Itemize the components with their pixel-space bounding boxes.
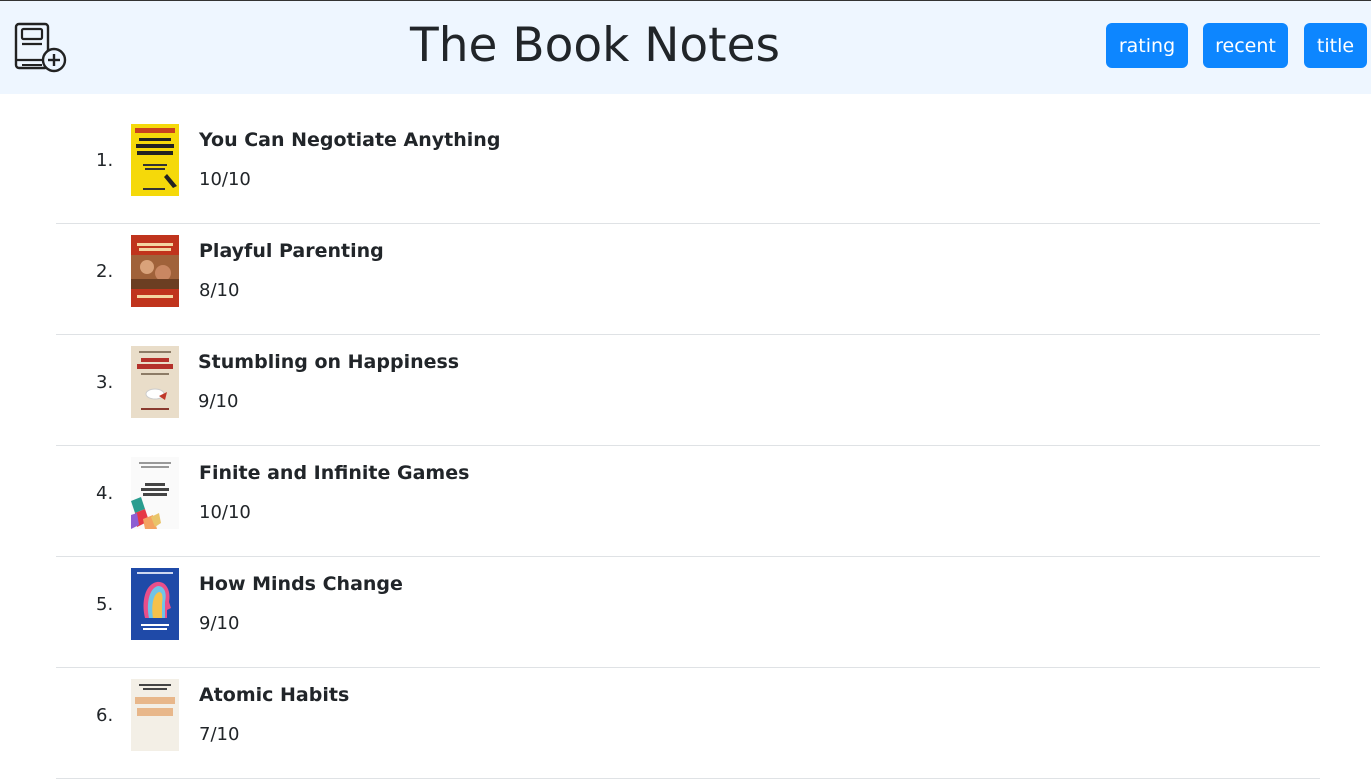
book-rating: 9/10 — [199, 613, 240, 634]
book-title[interactable]: Stumbling on Happiness — [198, 351, 459, 373]
add-book-button[interactable] — [14, 22, 68, 74]
book-list-item[interactable]: 6. Atomic Habits 7/10 — [56, 668, 1320, 779]
add-book-icon — [14, 22, 67, 73]
book-cover-image[interactable] — [131, 568, 179, 640]
header-bar: The Book Notes rating recent title — [0, 0, 1371, 94]
book-title[interactable]: Playful Parenting — [199, 240, 384, 262]
book-number: 5. — [96, 594, 114, 615]
book-title[interactable]: Atomic Habits — [199, 684, 349, 706]
book-title[interactable]: How Minds Change — [199, 573, 403, 595]
page-title: The Book Notes — [410, 18, 781, 73]
sort-by-rating-button[interactable]: rating — [1106, 23, 1188, 68]
sort-by-recent-button[interactable]: recent — [1203, 23, 1288, 68]
book-title[interactable]: Finite and Infinite Games — [199, 462, 469, 484]
book-cover-image[interactable] — [131, 457, 179, 529]
sort-by-title-button[interactable]: title — [1304, 23, 1367, 68]
book-rating: 8/10 — [199, 280, 240, 301]
book-cover-image[interactable] — [131, 124, 179, 196]
book-rating: 9/10 — [198, 391, 239, 412]
book-list-item[interactable]: 4. Finite and Infinite Games 10/10 — [56, 446, 1320, 557]
book-number: 4. — [96, 483, 114, 504]
book-list-item[interactable]: 3. Stumbling on Happiness 9/10 — [56, 335, 1320, 446]
book-list-item[interactable]: 5. How Minds Change 9/10 — [56, 557, 1320, 668]
book-number: 6. — [96, 705, 114, 726]
book-list-item[interactable]: 1. You Can Negotiate Anything 10/10 — [56, 113, 1320, 224]
book-number: 3. — [96, 372, 114, 393]
book-cover-image[interactable] — [131, 679, 179, 751]
book-number: 2. — [96, 261, 114, 282]
book-cover-image[interactable] — [131, 346, 179, 418]
book-title[interactable]: You Can Negotiate Anything — [199, 129, 500, 151]
book-list: 1. You Can Negotiate Anything 10/10 2. P… — [56, 113, 1320, 779]
book-cover-image[interactable] — [131, 235, 179, 307]
book-rating: 7/10 — [199, 724, 240, 745]
book-rating: 10/10 — [199, 169, 251, 190]
book-rating: 10/10 — [199, 502, 251, 523]
book-number: 1. — [96, 150, 114, 171]
book-list-item[interactable]: 2. Playful Parenting 8/10 — [56, 224, 1320, 335]
